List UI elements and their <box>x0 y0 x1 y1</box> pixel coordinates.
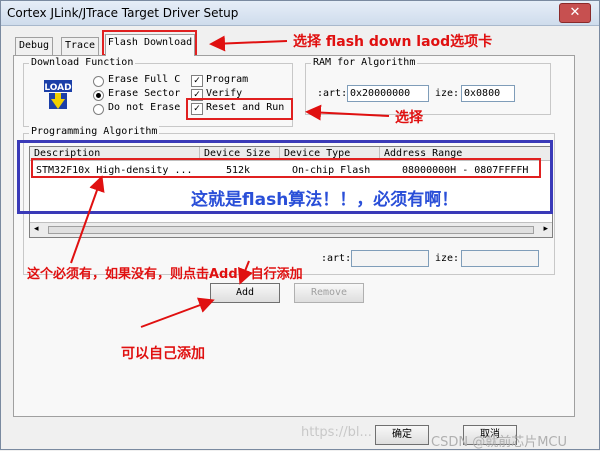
dialog-window: Cortex JLink/JTrace Target Driver Setup … <box>0 0 600 450</box>
add-annotation: 这个必须有，如果没有，则点击Add，自行添加 <box>27 267 303 282</box>
table-annotation: 这就是flash算法！！，必须有啊！ <box>191 190 459 210</box>
watermark-url: https://bl... <box>301 425 372 440</box>
tab-flash-download-label: Flash Download <box>107 37 193 48</box>
row-arrow <box>70 175 105 264</box>
add-arrow-2 <box>140 297 215 328</box>
reset-arrow <box>305 104 390 121</box>
watermark-brand: CSDN @就前芯片MCU <box>431 435 568 450</box>
self-add-annotation: 可以自己添加 <box>121 346 205 362</box>
tab-arrow <box>209 35 288 52</box>
annotation-arrows <box>70 35 390 328</box>
tab-annotation: 选择 flash down laod选项卡 <box>293 34 493 50</box>
reset-annotation: 选择 <box>395 110 423 126</box>
tab-flash-download[interactable]: Flash Download <box>105 34 195 56</box>
